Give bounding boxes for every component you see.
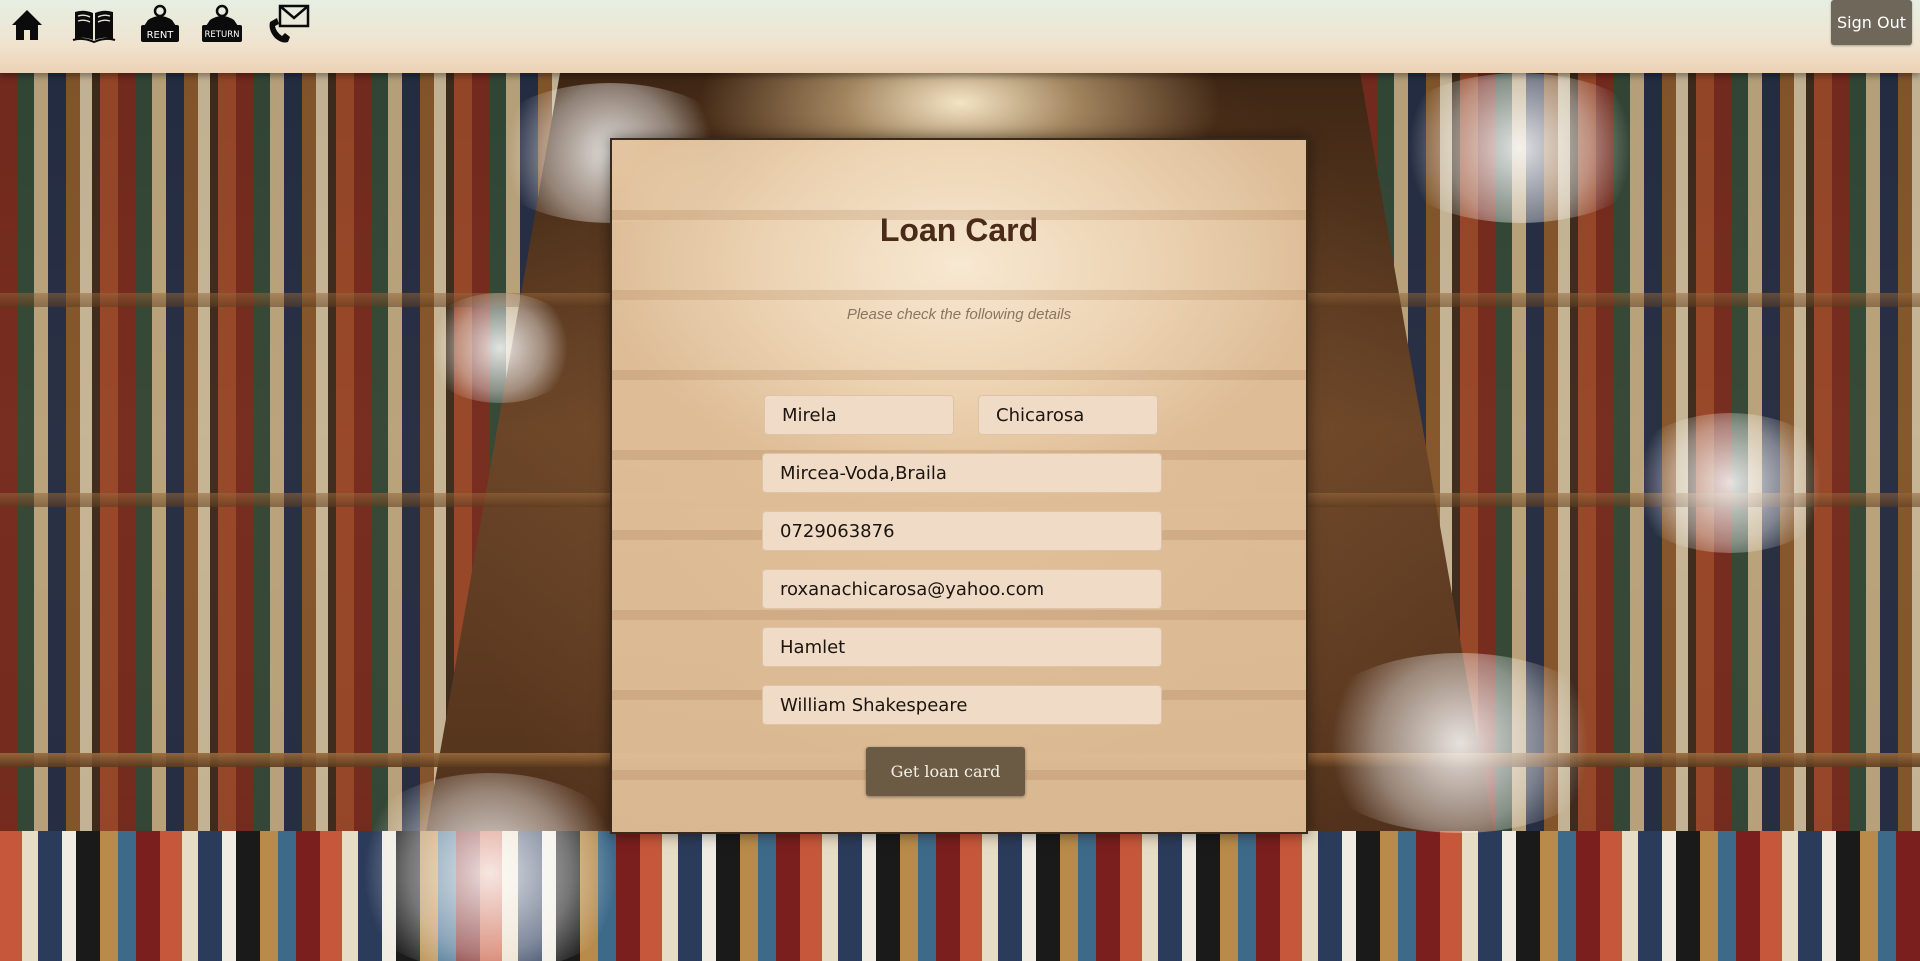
cloud-decoration xyxy=(340,773,640,961)
return-icon-label: RETURN xyxy=(205,30,240,40)
cloud-decoration xyxy=(1380,73,1660,223)
phone-field[interactable] xyxy=(762,511,1162,551)
email-field[interactable] xyxy=(762,569,1162,609)
return-icon[interactable]: RETURN xyxy=(200,4,244,44)
cloud-decoration xyxy=(420,293,580,403)
books-icon[interactable] xyxy=(72,4,116,44)
first-name-field[interactable] xyxy=(764,395,954,435)
top-navbar: RENT RETURN Sign Out xyxy=(0,0,1920,73)
book-author-field[interactable] xyxy=(762,685,1162,725)
card-title: Loan Card xyxy=(879,212,1039,248)
get-loan-card-button[interactable]: Get loan card xyxy=(866,747,1025,796)
bottom-books xyxy=(0,831,1920,961)
rent-icon[interactable]: RENT xyxy=(138,4,182,44)
loan-card-panel: Loan Card Please check the following det… xyxy=(610,138,1308,834)
home-icon[interactable] xyxy=(10,4,44,44)
cloud-decoration xyxy=(1300,653,1620,833)
contact-icon[interactable] xyxy=(266,4,310,44)
sign-out-button[interactable]: Sign Out xyxy=(1831,0,1912,45)
card-subtitle: Please check the following details xyxy=(846,306,1072,323)
book-title-field[interactable] xyxy=(762,627,1162,667)
last-name-field[interactable] xyxy=(978,395,1158,435)
cloud-decoration xyxy=(1620,413,1840,553)
address-field[interactable] xyxy=(762,453,1162,493)
rent-icon-label: RENT xyxy=(147,30,175,41)
